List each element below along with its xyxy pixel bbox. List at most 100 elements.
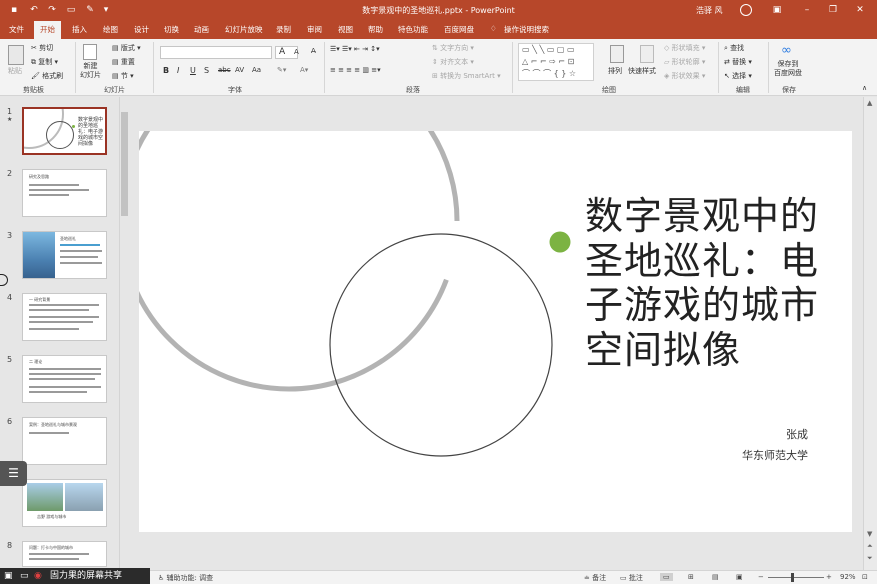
slide-thumbnail-3[interactable]: 圣地巡礼 <box>22 231 107 279</box>
copy-button[interactable]: ⧉ 复制 ▾ <box>31 57 58 67</box>
layout-button[interactable]: ▤ 版式 ▾ <box>112 43 141 53</box>
recording-icon[interactable]: ◉ <box>34 568 42 584</box>
slide-author[interactable]: 张成 <box>786 426 808 442</box>
smartart-button[interactable]: ⊞ 转换为 SmartArt ▾ <box>432 71 501 81</box>
slide-thumbnail-1[interactable]: 数字景观中的圣地巡礼：电子游戏的城市空间拟像 <box>22 107 107 155</box>
select-button[interactable]: ↖ 选择 ▾ <box>724 71 752 81</box>
minimize-icon[interactable]: – <box>800 3 814 17</box>
font-color-icon[interactable]: A▾ <box>300 66 308 74</box>
slide-thumbnail-6[interactable]: 案例：圣地巡礼与城市景观 <box>22 417 107 465</box>
collapse-ribbon-icon[interactable]: ∧ <box>862 84 867 92</box>
avatar[interactable] <box>740 4 752 16</box>
thumbnail-scrollbar[interactable] <box>119 97 129 570</box>
tab-file[interactable]: 文件 <box>9 24 24 35</box>
fit-to-window-icon[interactable]: ⊡ <box>862 573 868 581</box>
shapes-gallery[interactable]: ▭ ╲ ╲ ▭ ▢ ▭ △ ⌐ ⌐ ⇨ ⌐ ⊡ ⌒ ⌒ ⌒ { } ☆ <box>518 43 594 81</box>
screen-share-banner[interactable]: ▣ ▭ ◉ 固力果的屏幕共享 <box>0 568 150 584</box>
editor-scrollbar[interactable]: ▲ ▼ ⏶ ⏷ <box>863 97 877 570</box>
tab-animations[interactable]: 动画 <box>194 24 209 35</box>
clear-format-icon[interactable]: A̶ <box>311 47 316 55</box>
font-name-combo[interactable] <box>160 46 272 59</box>
text-direction-button[interactable]: ⇅ 文字方向 ▾ <box>432 43 474 53</box>
zoom-slider[interactable] <box>768 577 824 578</box>
baidu-cloud-icon[interactable]: ∞ <box>781 43 792 58</box>
save-to-baidu-button[interactable]: 保存到 百度网盘 <box>774 60 802 78</box>
tab-review[interactable]: 审阅 <box>307 24 322 35</box>
format-painter-button[interactable]: 🖌 格式刷 <box>31 71 63 81</box>
slide-affiliation[interactable]: 华东师范大学 <box>742 447 808 463</box>
section-button[interactable]: ▤ 节 ▾ <box>112 71 134 81</box>
zoom-out-icon[interactable]: − <box>758 573 764 581</box>
accessibility-status[interactable]: ♿ 辅助功能: 调查 <box>158 573 213 583</box>
strikethrough-button[interactable]: abc <box>218 66 231 74</box>
bold-button[interactable]: B <box>163 66 169 75</box>
zoom-slider-thumb[interactable] <box>791 573 794 582</box>
close-icon[interactable]: ✕ <box>853 3 867 17</box>
tab-slideshow[interactable]: 幻灯片放映 <box>225 24 263 35</box>
tab-view[interactable]: 视图 <box>338 24 353 35</box>
paste-icon[interactable] <box>8 45 24 65</box>
reading-view-icon[interactable]: ▤ <box>712 573 719 581</box>
slideshow-view-icon[interactable]: ▣ <box>736 573 743 581</box>
slide-sorter-icon[interactable]: ⊞ <box>688 573 694 581</box>
scroll-down-icon[interactable]: ▼ <box>867 530 872 538</box>
shadow-button[interactable]: S <box>204 66 209 75</box>
tab-help[interactable]: 帮助 <box>368 24 383 35</box>
replace-button[interactable]: ⇄ 替换 ▾ <box>724 57 752 67</box>
slide-1[interactable]: 数字景观中的圣地巡礼：电子游戏的城市空间拟像 张成 华东师范大学 <box>139 131 852 532</box>
tab-insert[interactable]: 插入 <box>72 24 87 35</box>
shape-outline-button[interactable]: ▱ 形状轮廓 ▾ <box>664 57 705 67</box>
zoom-level[interactable]: 92% <box>840 573 856 581</box>
tab-draw[interactable]: 绘图 <box>103 24 118 35</box>
scroll-up-icon[interactable]: ▲ <box>867 99 872 107</box>
slide-title[interactable]: 数字景观中的圣地巡礼：电子游戏的城市空间拟像 <box>585 194 825 372</box>
highlight-icon[interactable]: ✎▾ <box>277 66 286 74</box>
slide-thumbnail-4[interactable]: 一 研究背景 <box>22 293 107 341</box>
slide-thumbnail-8[interactable]: 问题：打卡与中国的城市 <box>22 541 107 567</box>
slide-thumbnail-7[interactable]: 吉野 游戏与城市 <box>22 479 107 527</box>
align-text-button[interactable]: ⇕ 对齐文本 ▾ <box>432 57 474 67</box>
slide-thumbnail-5[interactable]: 二 理论 <box>22 355 107 403</box>
bullets-icon[interactable]: ☰▾ ☰▾ ⇤ ⇥ ↕▾ <box>330 45 380 53</box>
new-slide-button[interactable]: 新建 幻灯片 <box>80 62 101 80</box>
next-slide-icon[interactable]: ⏷ <box>867 554 873 563</box>
shape-fill-button[interactable]: ◇ 形状填充 ▾ <box>664 43 705 53</box>
italic-button[interactable]: I <box>177 66 179 75</box>
tab-design[interactable]: 设计 <box>134 24 149 35</box>
change-case-button[interactable]: Aa <box>252 66 261 74</box>
zoom-in-icon[interactable]: + <box>826 573 832 581</box>
quick-styles-icon[interactable] <box>640 45 654 63</box>
underline-button[interactable]: U <box>190 66 196 75</box>
notes-button[interactable]: ≐ 备注 <box>584 573 606 583</box>
slide-thumbnail-2[interactable]: 研究及思路 <box>22 169 107 217</box>
tab-home[interactable]: 开始 <box>34 21 61 39</box>
prev-slide-icon[interactable]: ⏶ <box>867 542 873 551</box>
scrollbar-thumb[interactable] <box>121 112 128 216</box>
tab-transitions[interactable]: 切换 <box>164 24 179 35</box>
shape-effects-button[interactable]: ◈ 形状效果 ▾ <box>664 71 705 81</box>
new-slide-icon[interactable] <box>83 44 97 60</box>
screen-share-icon[interactable]: ▣ <box>4 568 13 584</box>
normal-view-icon[interactable]: ▭ <box>660 573 673 581</box>
quick-styles-button[interactable]: 快速样式 <box>628 66 656 76</box>
alignment-icons[interactable]: ≡ ≡ ≡ ≡ ▥ ≡▾ <box>330 66 381 74</box>
tab-features[interactable]: 特色功能 <box>398 24 428 35</box>
user-name[interactable]: 浩驿 风 <box>696 5 723 16</box>
char-spacing-button[interactable]: AV <box>235 66 244 74</box>
font-size-increase-button[interactable]: A <box>279 47 285 57</box>
arrange-icon[interactable] <box>610 45 624 63</box>
comments-button[interactable]: ▭ 批注 <box>620 573 643 583</box>
reset-button[interactable]: ▤ 重置 <box>112 57 135 67</box>
share-chat-icon[interactable]: ▭ <box>20 568 29 584</box>
cut-button[interactable]: ✂ 剪切 <box>31 43 53 53</box>
maximize-icon[interactable]: ❐ <box>826 3 840 17</box>
tell-me-search[interactable]: 操作说明搜索 <box>504 24 549 35</box>
tab-record[interactable]: 录制 <box>276 24 291 35</box>
find-button[interactable]: ⌕ 查找 <box>724 43 744 53</box>
font-size-decrease-button[interactable]: A <box>294 48 299 56</box>
arrange-button[interactable]: 排列 <box>608 66 622 76</box>
tab-baidu[interactable]: 百度网盘 <box>444 24 474 35</box>
ribbon-display-icon[interactable]: ▣ <box>770 3 784 17</box>
floating-menu-icon[interactable]: ☰ <box>0 461 27 486</box>
paste-button[interactable]: 粘贴 <box>8 66 22 76</box>
